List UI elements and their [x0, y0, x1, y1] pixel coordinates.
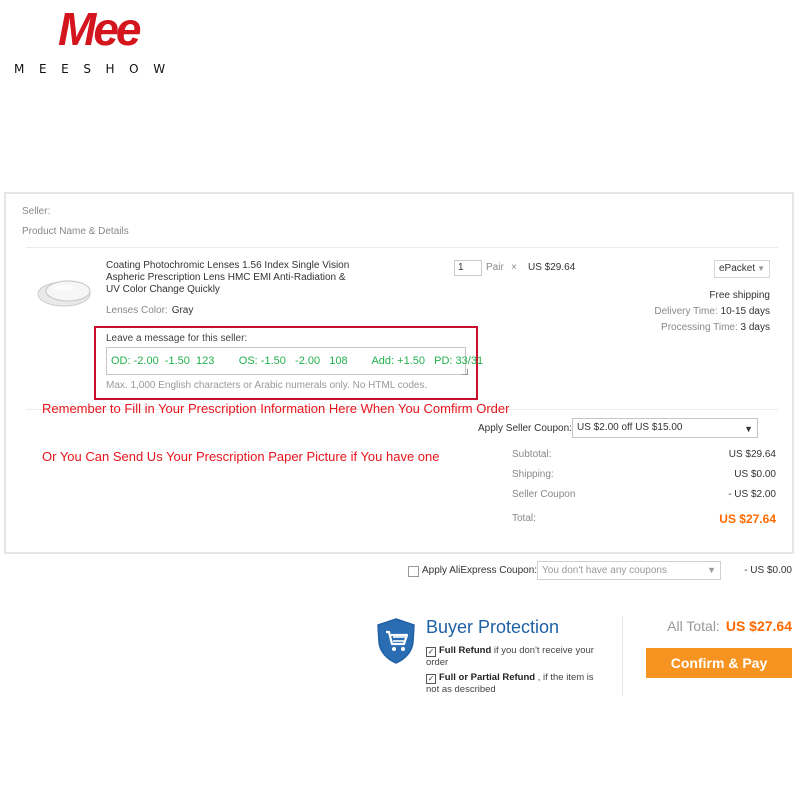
all-total-label: All Total: [667, 618, 720, 634]
seller-coupon-summary-value: - US $2.00 [728, 489, 776, 500]
seller-coupon-summary-label: Seller Coupon [512, 489, 576, 500]
shipping-value: US $0.00 [734, 469, 776, 480]
seller-label: Seller: [22, 206, 51, 217]
seller-coupon-select[interactable]: US $2.00 off US $15.00 ▼ [572, 418, 758, 438]
processing-time-label: Processing Time: [661, 322, 738, 333]
delivery-time-value: 10-15 days [720, 306, 770, 317]
brand-wordmark: MEESHOW [14, 62, 180, 76]
times-sign: × [511, 262, 517, 273]
chevron-down-icon: ▼ [757, 264, 765, 273]
subtotal-value: US $29.64 [728, 449, 776, 460]
shipping-label: Shipping: [512, 469, 554, 480]
chevron-down-icon: ▼ [744, 424, 753, 434]
prescription-note-1: Remember to Fill in Your Prescription In… [42, 401, 510, 416]
buyer-protection-title: Buyer Protection [426, 617, 560, 637]
aliexpress-coupon-label: Apply AliExpress Coupon: [422, 565, 538, 576]
aliexpress-coupon-placeholder: You don't have any coupons [542, 565, 667, 576]
prescription-note-2: Or You Can Send Us Your Prescription Pap… [42, 449, 440, 464]
order-panel: Seller: Product Name & Details Coating P… [4, 192, 794, 554]
brand-logo: Mee [58, 3, 142, 55]
delivery-time: Delivery Time: 10-15 days [654, 306, 770, 317]
quantity-unit: Pair [486, 262, 504, 273]
checkmark-icon: ✓ [426, 647, 436, 657]
seller-message-box: Leave a message for this seller: OD: -2.… [94, 326, 483, 400]
all-total-value: US $27.64 [725, 618, 792, 634]
unit-price: US $29.64 [528, 262, 576, 273]
total-value: US $27.64 [719, 512, 776, 526]
lens-color-label: Lenses Color: [106, 305, 168, 316]
chevron-down-icon: ▼ [707, 565, 716, 575]
lens-color: Lenses Color: Gray [106, 305, 193, 316]
message-hint: Max. 1,000 English characters or Arabic … [106, 380, 428, 391]
lens-product-image[interactable] [36, 274, 96, 310]
product-header: Product Name & Details [22, 226, 129, 237]
delivery-time-label: Delivery Time: [654, 306, 718, 317]
message-textarea[interactable]: OD: -2.00 -1.50 123 OS: -1.50 -2.00 108 … [106, 347, 483, 375]
free-shipping: Free shipping [709, 290, 770, 301]
aliexpress-coupon-amount: - US $0.00 [744, 565, 792, 576]
aliexpress-coupon-checkbox[interactable] [408, 566, 419, 577]
resize-grip-icon[interactable] [462, 369, 468, 375]
lens-color-value: Gray [171, 305, 194, 316]
confirm-pay-button[interactable]: Confirm & Pay [646, 648, 792, 678]
shipping-method-select[interactable]: ePacket ▼ [714, 260, 770, 278]
seller-coupon-value: US $2.00 off US $15.00 [577, 422, 683, 433]
protection-item-partial-refund: ✓ Full or Partial Refund , if the item is… [426, 672, 606, 696]
product-title-link[interactable]: Coating Photochromic Lenses 1.56 Index S… [106, 260, 356, 296]
processing-time-value: 3 days [740, 322, 770, 333]
shield-cart-icon [377, 618, 415, 664]
message-label: Leave a message for this seller: [106, 333, 248, 344]
aliexpress-coupon-select[interactable]: You don't have any coupons ▼ [537, 561, 721, 580]
protection-item-1-bold: Full Refund [439, 645, 492, 656]
shipping-method-value: ePacket [719, 263, 756, 274]
protection-item-2-bold: Full or Partial Refund [439, 672, 536, 683]
header-divider [26, 247, 778, 248]
checkout-divider [622, 616, 623, 696]
processing-time: Processing Time: 3 days [661, 322, 770, 333]
seller-coupon-label: Apply Seller Coupon: [478, 423, 572, 434]
all-total: All Total: US $27.64 [667, 618, 792, 634]
checkmark-icon: ✓ [426, 674, 436, 684]
subtotal-label: Subtotal: [512, 449, 552, 460]
quantity-input[interactable]: 1 [454, 260, 482, 276]
protection-item-full-refund: ✓ Full Refund if you don't receive your o… [426, 645, 606, 669]
total-label: Total: [512, 513, 536, 524]
